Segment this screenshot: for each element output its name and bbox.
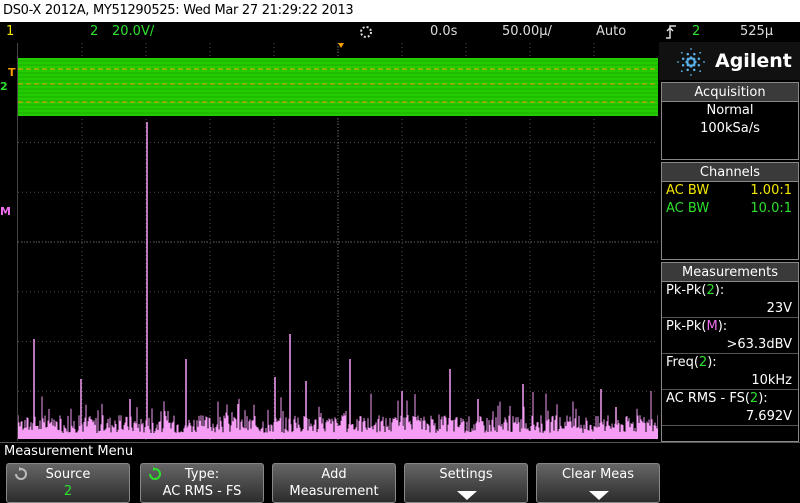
measurement-source: 2 xyxy=(749,391,759,406)
measurement-value: 10kHz xyxy=(662,372,798,390)
acquisition-rate: 100kSa/s xyxy=(700,121,760,136)
acquisition-header: Acquisition xyxy=(662,83,798,102)
measurement-source: 2 xyxy=(706,283,715,298)
title-bar: DS0-X 2012A, MY51290525: Wed Mar 27 21:2… xyxy=(0,0,800,22)
right-panel: Agilent Acquisition Normal 100kSa/s Chan… xyxy=(659,42,800,442)
submenu-arrow-icon xyxy=(589,491,609,500)
measurement-label-suffix: ): xyxy=(714,283,725,298)
channels-header: Channels xyxy=(662,163,798,182)
settings-softkey-label: Settings xyxy=(439,467,493,482)
ch2-indicator[interactable]: 2 xyxy=(90,22,98,42)
channel-2-coupling: AC BW xyxy=(666,201,710,216)
ch1-indicator[interactable]: 1 xyxy=(6,22,14,42)
source-softkey-value: 2 xyxy=(63,484,73,499)
trigger-level-marker[interactable]: T xyxy=(8,66,16,79)
ch2-waveform xyxy=(18,58,658,116)
trigger-position-marker xyxy=(338,43,344,48)
clear-meas-softkey[interactable]: Clear Meas xyxy=(536,463,660,503)
measurement-label-text: Freq( xyxy=(666,355,699,370)
add-measurement-line1: Add xyxy=(321,467,347,482)
measurement-label-text: AC RMS - FS( xyxy=(666,391,750,406)
source-softkey[interactable]: Source 2 xyxy=(6,463,130,503)
rotary-knob-icon xyxy=(149,467,161,480)
acquisition-mode: Normal xyxy=(706,103,754,118)
time-scale: 50.00µ/ xyxy=(502,24,552,39)
waveform-canvas xyxy=(17,43,659,441)
channel-1-row: AC BW 1.00:1 xyxy=(662,182,798,200)
math-ground-marker[interactable]: M xyxy=(0,205,11,218)
measurement-label-suffix: ): xyxy=(758,391,768,406)
ch2-ground-marker[interactable]: 2 xyxy=(0,80,8,93)
add-measurement-line2: Measurement xyxy=(289,484,379,499)
status-bar: 1 2 20.0V/ 0.0s 50.00µ/ Auto 2 525µ xyxy=(0,22,800,42)
measurement-label: Pk-Pk(2): xyxy=(662,282,798,300)
channel-2-probe: 10.0:1 xyxy=(750,201,792,216)
measurement-label-text: Pk-Pk( xyxy=(666,319,707,334)
measurements-panel[interactable]: Measurements Pk-Pk(2): 23V Pk-Pk(M): >63.3d… xyxy=(661,262,799,442)
measurement-list: Pk-Pk(2): 23V Pk-Pk(M): >63.3dBV Freq(2): 10k… xyxy=(662,282,798,426)
add-measurement-softkey[interactable]: Add Measurement xyxy=(272,463,396,503)
brand-name: Agilent xyxy=(715,50,792,72)
measurement-label: Freq(2): xyxy=(662,354,798,372)
measurement-source: 2 xyxy=(698,355,708,370)
menu-title: Measurement Menu xyxy=(0,442,800,460)
agilent-spark-logo xyxy=(677,48,705,76)
measurement-value: 23V xyxy=(662,300,798,318)
agilent-logo: Agilent xyxy=(659,42,800,80)
type-softkey[interactable]: Type: AC RMS - FS xyxy=(140,463,264,503)
waveform-display[interactable] xyxy=(17,43,659,441)
measurement-label-suffix: ): xyxy=(717,319,728,334)
measurement-label-text: Pk-Pk( xyxy=(666,283,707,298)
measurement-source: M xyxy=(706,319,718,334)
channel-1-probe: 1.00:1 xyxy=(750,183,792,198)
type-softkey-value: AC RMS - FS xyxy=(162,484,242,499)
time-delay: 0.0s xyxy=(430,24,458,39)
acquisition-panel[interactable]: Acquisition Normal 100kSa/s xyxy=(661,82,799,160)
ch2-scale: 20.0V/ xyxy=(112,24,155,39)
measurements-header: Measurements xyxy=(662,263,798,282)
title-text: DS0-X 2012A, MY51290525: Wed Mar 27 21:2… xyxy=(3,3,354,18)
clear-meas-softkey-label: Clear Meas xyxy=(561,467,635,482)
channel-1-coupling: AC BW xyxy=(666,183,710,198)
trigger-mode: Auto xyxy=(596,24,627,39)
channel-2-row: AC BW 10.0:1 xyxy=(662,200,798,218)
submenu-arrow-icon xyxy=(457,491,477,500)
settings-softkey[interactable]: Settings xyxy=(404,463,528,503)
channels-panel[interactable]: Channels AC BW 1.00:1 AC BW 10.0:1 xyxy=(661,162,799,260)
rotary-knob-icon xyxy=(15,467,27,480)
trigger-source: 2 xyxy=(692,24,701,39)
measurement-label: Pk-Pk(M): xyxy=(662,318,798,336)
measurement-label: AC RMS - FS(2): xyxy=(662,390,798,408)
measurement-label-suffix: ): xyxy=(707,355,717,370)
trigger-level: 525µ xyxy=(740,24,774,39)
measurement-value: >63.3dBV xyxy=(662,336,798,354)
measurement-value: 7.692V xyxy=(662,408,798,426)
softkey-bar: Source 2 Type: AC RMS - FS Add Measureme… xyxy=(0,460,800,503)
